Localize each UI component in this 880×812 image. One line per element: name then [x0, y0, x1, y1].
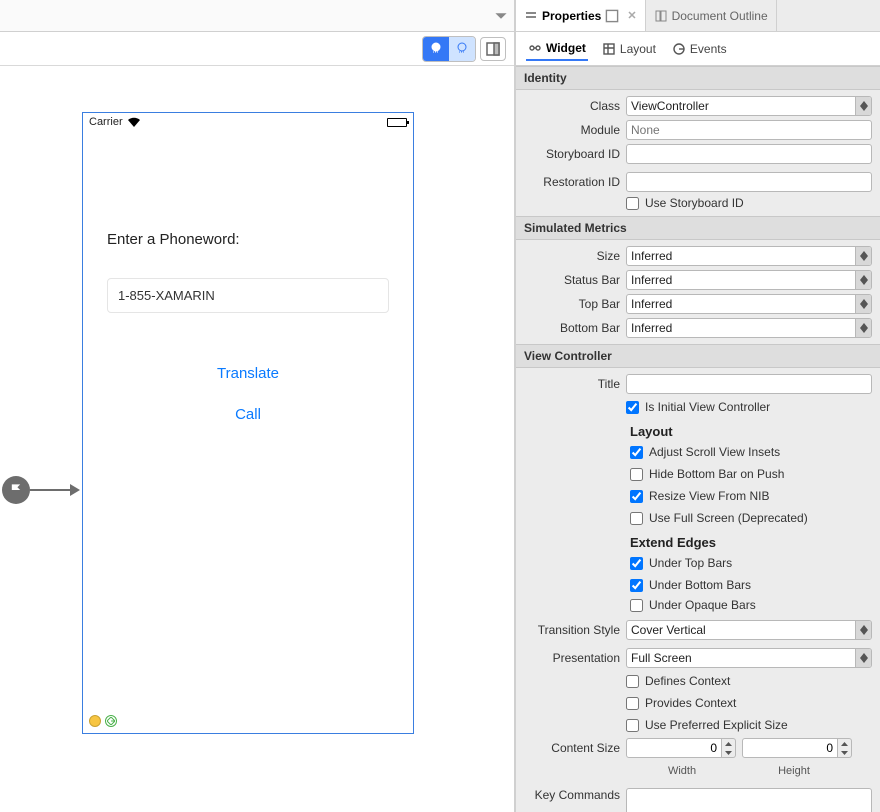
provides-context-checkbox[interactable]: Provides Context [626, 696, 736, 710]
scene-add-icon[interactable] [105, 715, 117, 727]
is-initial-checkbox[interactable]: Is Initial View Controller [626, 400, 770, 414]
events-icon [672, 42, 686, 56]
call-button[interactable]: Call [107, 406, 389, 423]
use-full-screen-checkbox[interactable]: Use Full Screen (Deprecated) [630, 511, 808, 525]
module-field[interactable] [626, 120, 872, 140]
subtab-events[interactable]: Events [670, 38, 729, 60]
phoneword-input[interactable]: 1-855-XAMARIN [107, 278, 389, 313]
carrier-label: Carrier [89, 116, 123, 128]
tab-document-outline[interactable]: Document Outline [646, 0, 777, 31]
vc-title-field[interactable] [626, 374, 872, 394]
layout-panel-button[interactable] [480, 37, 506, 61]
section-view-controller: View Controller [516, 344, 880, 368]
under-top-checkbox[interactable]: Under Top Bars [630, 556, 732, 570]
layout-heading: Layout [630, 424, 673, 439]
section-simulated-metrics: Simulated Metrics [516, 216, 880, 240]
status-bar: Carrier [83, 113, 413, 131]
properties-subtabs: Widget Layout Events [516, 32, 880, 66]
presentation-select[interactable]: Full Screen [626, 648, 872, 668]
restoration-id-field[interactable] [626, 172, 872, 192]
entry-flag-icon [2, 476, 30, 504]
wifi-icon [127, 117, 141, 128]
initial-vc-arrow[interactable] [2, 476, 80, 504]
subtab-widget[interactable]: Widget [526, 37, 588, 61]
use-storyboard-id-checkbox[interactable]: Use Storyboard ID [626, 196, 744, 210]
hide-bottom-checkbox[interactable]: Hide Bottom Bar on Push [630, 467, 784, 481]
bottom-bar-select[interactable]: Inferred [626, 318, 872, 338]
designer-toolbar [0, 32, 514, 66]
use-pref-size-checkbox[interactable]: Use Preferred Explicit Size [626, 718, 788, 732]
phoneword-label: Enter a Phoneword: [107, 231, 389, 248]
key-commands-list[interactable] [626, 788, 872, 812]
content-height-stepper[interactable] [742, 738, 852, 758]
top-bar-select[interactable]: Inferred [626, 294, 872, 314]
pin-icon[interactable] [605, 9, 619, 23]
class-select[interactable]: ViewController [626, 96, 872, 116]
size-select[interactable]: Inferred [626, 246, 872, 266]
frames-mode-button[interactable] [449, 37, 475, 61]
close-icon[interactable]: ✕ [627, 9, 636, 22]
document-outline-icon [654, 9, 668, 23]
translate-button[interactable]: Translate [107, 365, 389, 382]
defines-context-checkbox[interactable]: Defines Context [626, 674, 730, 688]
storyboard-canvas[interactable]: Carrier Enter a Phoneword: 1-855-XAMARIN… [0, 66, 514, 812]
content-width-stepper[interactable] [626, 738, 736, 758]
under-opaque-checkbox[interactable]: Under Opaque Bars [630, 598, 756, 612]
panel-tabs: Properties ✕ Document Outline [516, 0, 880, 32]
device-frame[interactable]: Carrier Enter a Phoneword: 1-855-XAMARIN… [82, 112, 414, 734]
transition-select[interactable]: Cover Vertical [626, 620, 872, 640]
layout-icon [602, 42, 616, 56]
dropdown-chevron-icon[interactable] [494, 9, 508, 23]
storyboard-id-field[interactable] [626, 144, 872, 164]
tab-properties[interactable]: Properties ✕ [516, 0, 646, 31]
under-bottom-checkbox[interactable]: Under Bottom Bars [630, 578, 751, 592]
constraints-mode-button[interactable] [423, 37, 449, 61]
status-bar-select[interactable]: Inferred [626, 270, 872, 290]
widget-icon [528, 41, 542, 55]
resize-nib-checkbox[interactable]: Resize View From NIB [630, 489, 769, 503]
extend-edges-heading: Extend Edges [630, 535, 716, 550]
designer-top-bar [0, 0, 514, 32]
subtab-layout[interactable]: Layout [600, 38, 658, 60]
scene-warning-icon[interactable] [89, 715, 101, 727]
properties-icon [524, 9, 538, 23]
adjust-scroll-checkbox[interactable]: Adjust Scroll View Insets [630, 445, 780, 459]
battery-icon [387, 118, 407, 127]
section-identity: Identity [516, 66, 880, 90]
